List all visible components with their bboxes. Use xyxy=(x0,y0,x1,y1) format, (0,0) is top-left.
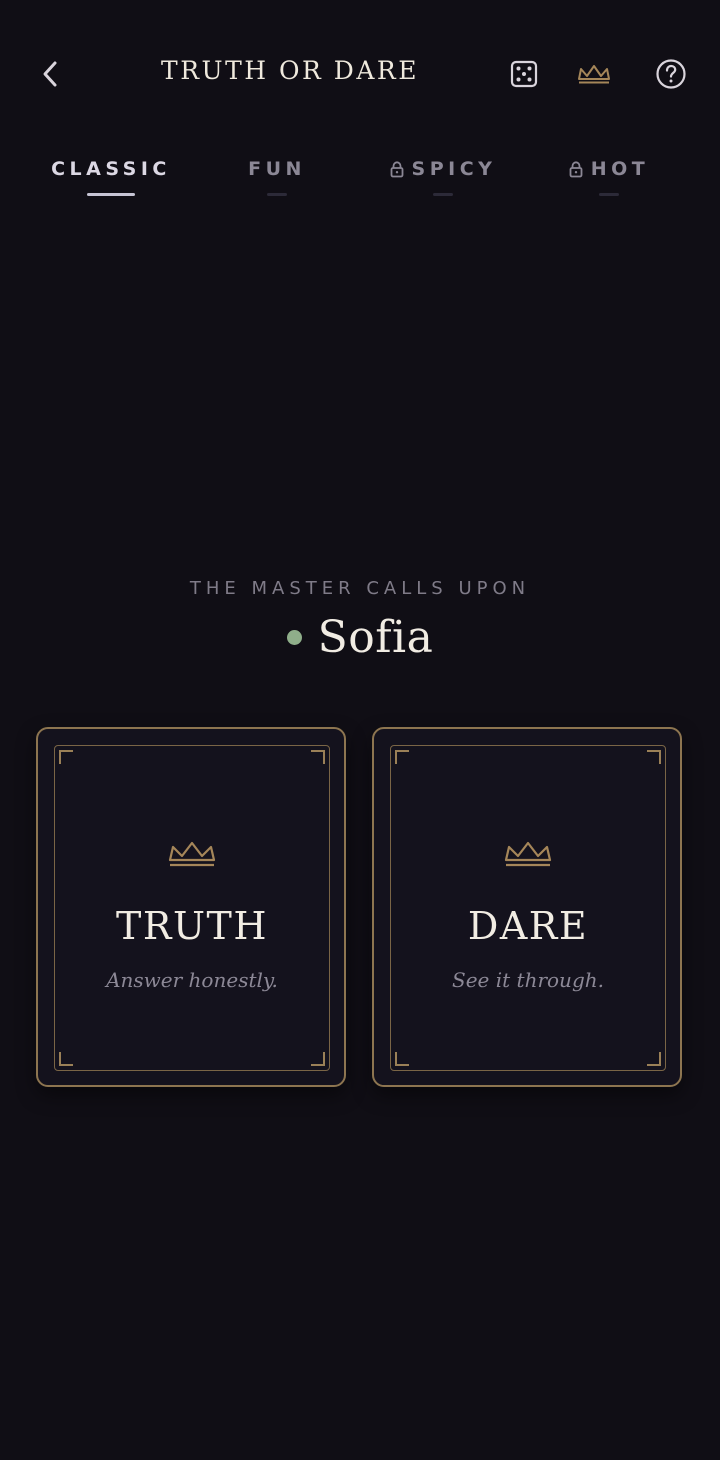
player-name: Sofia xyxy=(317,612,434,663)
tab-label: CLASSIC xyxy=(51,150,171,188)
tab-spicy[interactable]: SPICY xyxy=(358,150,528,202)
dice-button[interactable] xyxy=(504,54,544,94)
card-frame: DARE See it through. xyxy=(390,745,666,1071)
tab-underline xyxy=(267,193,287,196)
corner-ornament xyxy=(59,750,73,764)
card-subtitle: See it through. xyxy=(452,968,604,992)
crown-button[interactable] xyxy=(574,54,614,94)
tab-classic-label: CLASSIC xyxy=(51,158,171,180)
help-icon xyxy=(656,59,686,89)
corner-ornament xyxy=(311,1052,325,1066)
tab-hot[interactable]: HOT xyxy=(524,150,694,202)
app-header: TRUTH OR DARE xyxy=(0,0,720,146)
corner-ornament xyxy=(395,750,409,764)
lock-icon xyxy=(569,160,583,177)
tab-label: SPICY xyxy=(390,150,497,188)
chevron-left-icon xyxy=(43,61,57,87)
card-title: DARE xyxy=(467,904,589,948)
corner-ornament xyxy=(395,1052,409,1066)
current-player: Sofia xyxy=(0,612,720,663)
card-frame: TRUTH Answer honestly. xyxy=(54,745,330,1071)
dare-card[interactable]: DARE See it through. xyxy=(372,727,682,1087)
corner-ornament xyxy=(647,750,661,764)
tab-underline xyxy=(87,193,135,196)
truth-card[interactable]: TRUTH Answer honestly. xyxy=(36,727,346,1087)
tab-label: HOT xyxy=(569,150,650,188)
tab-hot-label: HOT xyxy=(590,158,650,180)
tab-underline xyxy=(433,193,453,196)
crown-icon xyxy=(168,841,216,867)
page-title: TRUTH OR DARE xyxy=(161,56,419,85)
crown-icon xyxy=(578,65,610,84)
tab-fun-label: FUN xyxy=(248,158,306,180)
tab-fun[interactable]: FUN xyxy=(192,150,362,202)
back-button[interactable] xyxy=(30,54,70,94)
tab-underline xyxy=(599,193,619,196)
tab-classic[interactable]: CLASSIC xyxy=(26,150,196,202)
category-tabs: CLASSIC FUN SPICY HOT xyxy=(0,150,720,210)
tab-spicy-label: SPICY xyxy=(411,158,497,180)
help-button[interactable] xyxy=(651,54,691,94)
card-subtitle: Answer honestly. xyxy=(106,968,278,992)
turn-caption: THE MASTER CALLS UPON xyxy=(189,578,531,599)
tab-label: FUN xyxy=(248,150,306,188)
corner-ornament xyxy=(59,1052,73,1066)
dice-icon xyxy=(510,60,538,88)
lock-icon xyxy=(390,160,403,177)
player-status-dot xyxy=(286,630,302,645)
corner-ornament xyxy=(647,1052,661,1066)
crown-icon xyxy=(504,841,552,867)
card-title: TRUTH xyxy=(116,904,268,948)
corner-ornament xyxy=(311,750,325,764)
